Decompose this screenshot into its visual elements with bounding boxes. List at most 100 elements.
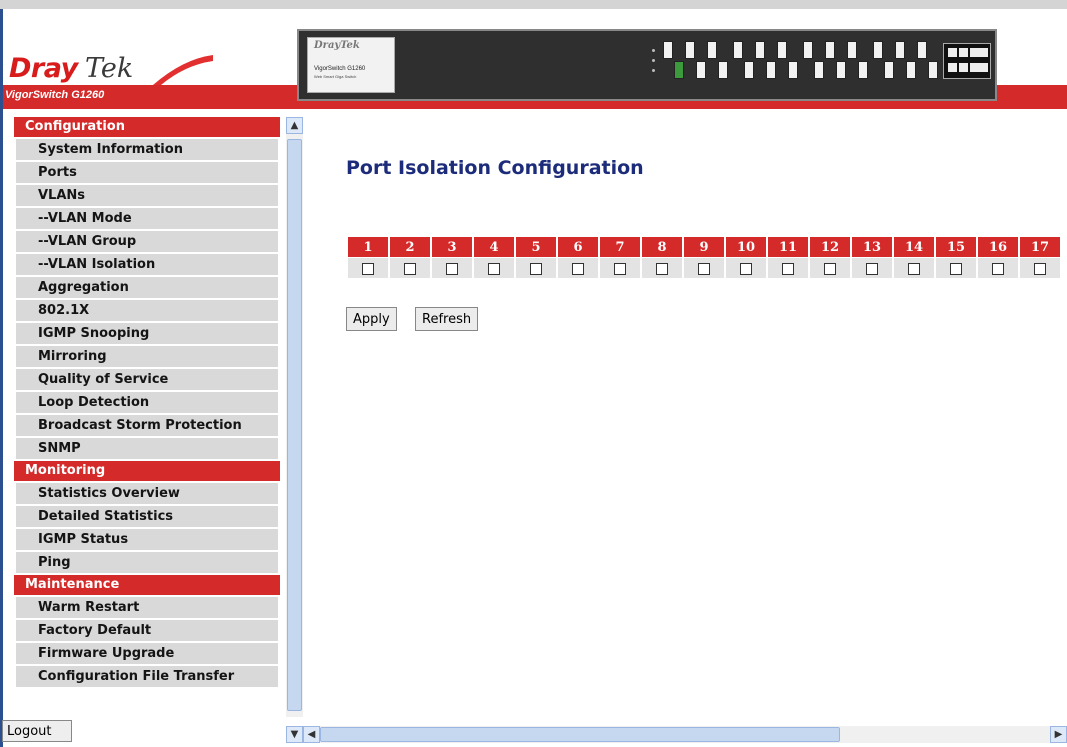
- sidebar-item-vlan-mode[interactable]: --VLAN Mode: [16, 208, 278, 229]
- top-strip: [0, 0, 1067, 9]
- port-isolation-checkbox[interactable]: [950, 263, 962, 275]
- device-port: [825, 41, 835, 59]
- scroll-left-icon[interactable]: ◀: [303, 726, 320, 743]
- sidebar-item-firmware-upgrade[interactable]: Firmware Upgrade: [16, 643, 278, 664]
- port-header: 7: [600, 237, 640, 257]
- port-header: 4: [474, 237, 514, 257]
- port-isolation-checkbox[interactable]: [488, 263, 500, 275]
- device-port: [873, 41, 883, 59]
- horizontal-scrollbar[interactable]: ◀ ▶: [303, 726, 1067, 743]
- sidebar-item-quality-of-service[interactable]: Quality of Service: [16, 369, 278, 390]
- port-header: 14: [894, 237, 934, 257]
- sidebar-item-broadcast-storm-protection[interactable]: Broadcast Storm Protection: [16, 415, 278, 436]
- port-isolation-checkbox[interactable]: [992, 263, 1004, 275]
- port-isolation-checkbox[interactable]: [740, 263, 752, 275]
- sidebar-item-vlans[interactable]: VLANs: [16, 185, 278, 206]
- sidebar-item-ports[interactable]: Ports: [16, 162, 278, 183]
- device-port: [685, 41, 695, 59]
- port-cell: [810, 258, 850, 278]
- sidebar-item-detailed-statistics[interactable]: Detailed Statistics: [16, 506, 278, 527]
- port-header: 17: [1020, 237, 1060, 257]
- port-isolation-table: 1 2 3 4 5 6 7 8 9 10 11 12 13 14 15 16 17: [346, 236, 1062, 279]
- port-isolation-checkbox[interactable]: [404, 263, 416, 275]
- device-ports: [663, 41, 963, 81]
- device-port: [718, 61, 728, 79]
- device-port: [895, 41, 905, 59]
- sidebar-section-maintenance: Maintenance: [14, 575, 280, 595]
- port-header: 1: [348, 237, 388, 257]
- port-isolation-checkbox[interactable]: [362, 263, 374, 275]
- device-port: [696, 61, 706, 79]
- page-title: Port Isolation Configuration: [346, 157, 644, 179]
- device-label-plate: DrayTek VigorSwitch G1260 Web Smart Giga…: [307, 37, 395, 93]
- sfp-ports: [943, 43, 991, 79]
- port-isolation-checkbox[interactable]: [656, 263, 668, 275]
- scroll-right-icon[interactable]: ▶: [1050, 726, 1067, 743]
- port-cell: [348, 258, 388, 278]
- vertical-scroll-thumb[interactable]: [287, 139, 302, 711]
- sidebar-item-vlan-group[interactable]: --VLAN Group: [16, 231, 278, 252]
- port-cell: [600, 258, 640, 278]
- vertical-scrollbar[interactable]: ▲: [286, 117, 303, 717]
- sidebar-section-configuration: Configuration: [14, 117, 280, 137]
- sidebar-item-802-1x[interactable]: 802.1X: [16, 300, 278, 321]
- port-cell: [474, 258, 514, 278]
- port-cell: [642, 258, 682, 278]
- device-subtitle: Web Smart Giga Switch: [314, 74, 357, 79]
- device-port: [663, 41, 673, 59]
- port-cell: [1020, 258, 1060, 278]
- sidebar-item-system-information[interactable]: System Information: [16, 139, 278, 160]
- refresh-button[interactable]: Refresh: [415, 307, 479, 331]
- port-isolation-checkbox[interactable]: [908, 263, 920, 275]
- sidebar-item-statistics-overview[interactable]: Statistics Overview: [16, 483, 278, 504]
- port-isolation-checkbox[interactable]: [446, 263, 458, 275]
- port-header: 12: [810, 237, 850, 257]
- device-port: [917, 41, 927, 59]
- device-port: [777, 41, 787, 59]
- logout-button[interactable]: Logout: [2, 720, 72, 742]
- port-isolation-checkbox[interactable]: [866, 263, 878, 275]
- logo-tek: Tek: [85, 53, 134, 84]
- sidebar-item-loop-detection[interactable]: Loop Detection: [16, 392, 278, 413]
- header: Dray Tek VigorSwitch G1260 DrayTek Vigor…: [3, 9, 1067, 117]
- status-leds: [627, 45, 657, 85]
- port-header: 11: [768, 237, 808, 257]
- sidebar-item-configuration-file-transfer[interactable]: Configuration File Transfer: [16, 666, 278, 687]
- sidebar-item-snmp[interactable]: SNMP: [16, 438, 278, 459]
- device-model: VigorSwitch G1260: [314, 66, 366, 72]
- device-port: [744, 61, 754, 79]
- port-isolation-checkbox[interactable]: [824, 263, 836, 275]
- sidebar-item-igmp-status[interactable]: IGMP Status: [16, 529, 278, 550]
- apply-button[interactable]: Apply: [346, 307, 397, 331]
- port-header: 10: [726, 237, 766, 257]
- horizontal-scroll-thumb[interactable]: [320, 727, 840, 742]
- port-header: 2: [390, 237, 430, 257]
- port-isolation-checkbox[interactable]: [1034, 263, 1046, 275]
- sidebar-item-aggregation[interactable]: Aggregation: [16, 277, 278, 298]
- device-port: [788, 61, 798, 79]
- device-port: [755, 41, 765, 59]
- device-port: [674, 61, 684, 79]
- scroll-up-icon[interactable]: ▲: [286, 117, 303, 134]
- sidebar-item-mirroring[interactable]: Mirroring: [16, 346, 278, 367]
- sidebar-item-factory-default[interactable]: Factory Default: [16, 620, 278, 641]
- port-isolation-checkbox[interactable]: [530, 263, 542, 275]
- sidebar-item-ping[interactable]: Ping: [16, 552, 278, 573]
- sidebar-item-igmp-snooping[interactable]: IGMP Snooping: [16, 323, 278, 344]
- device-port: [803, 41, 813, 59]
- port-isolation-checkbox[interactable]: [572, 263, 584, 275]
- port-cell: [978, 258, 1018, 278]
- port-cell: [894, 258, 934, 278]
- port-isolation-checkbox[interactable]: [698, 263, 710, 275]
- sidebar-item-vlan-isolation[interactable]: --VLAN Isolation: [16, 254, 278, 275]
- device-port: [814, 61, 824, 79]
- scroll-down-icon[interactable]: ▼: [286, 726, 303, 743]
- port-cell: [432, 258, 472, 278]
- port-isolation-checkbox[interactable]: [782, 263, 794, 275]
- sidebar-item-warm-restart[interactable]: Warm Restart: [16, 597, 278, 618]
- port-isolation-checkbox[interactable]: [614, 263, 626, 275]
- device-brand: DrayTek: [314, 40, 360, 51]
- port-cell: [726, 258, 766, 278]
- port-header: 5: [516, 237, 556, 257]
- device-port: [836, 61, 846, 79]
